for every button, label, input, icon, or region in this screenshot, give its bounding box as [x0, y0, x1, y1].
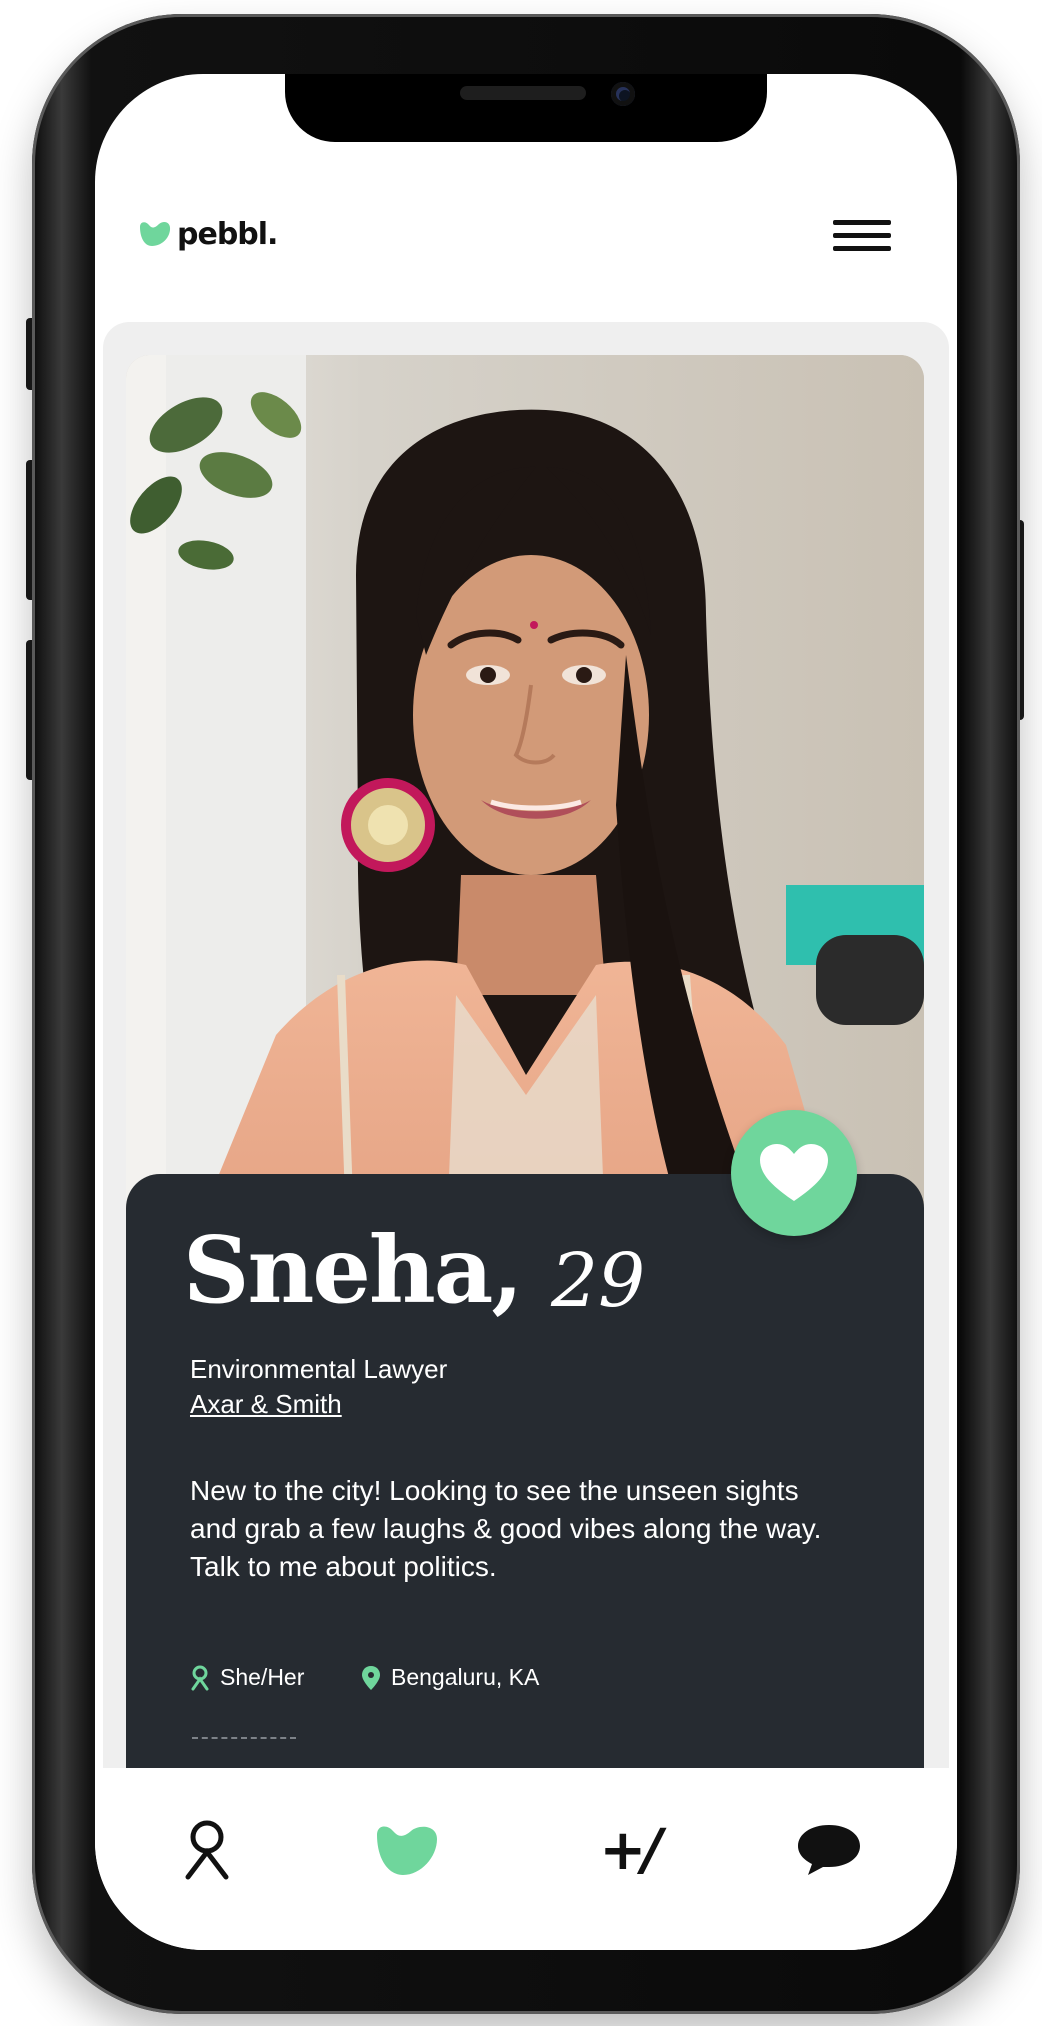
location-row: Bengaluru, KA: [361, 1664, 539, 1691]
divider-dashed: [192, 1737, 296, 1739]
location-pin-icon: [362, 1665, 380, 1690]
hamburger-menu-button[interactable]: [833, 214, 891, 254]
nav-matches-button[interactable]: [367, 1810, 447, 1890]
nav-chat-button[interactable]: [789, 1810, 869, 1890]
like-button[interactable]: [731, 1110, 857, 1236]
nav-profile-button[interactable]: [167, 1810, 247, 1890]
company-link[interactable]: Axar & Smith: [190, 1389, 342, 1420]
pronouns-text: She/Her: [220, 1664, 305, 1690]
pronouns-row: She/Her: [190, 1664, 304, 1691]
app-logo: pebbl.: [137, 214, 278, 254]
nav-plus-one-button[interactable]: +/: [579, 1810, 679, 1890]
job-title: Environmental Lawyer: [190, 1354, 448, 1384]
heart-pebble-icon: [377, 1826, 437, 1875]
front-camera: [611, 82, 635, 106]
profile-bio: New to the city! Looking to see the unse…: [190, 1475, 822, 1582]
pebble-logo-icon: [137, 219, 173, 249]
profile-age: 29: [551, 1238, 646, 1324]
location-text: Bengaluru, KA: [391, 1664, 540, 1690]
heart-icon: [760, 1144, 828, 1201]
brand-name: pebbl.: [177, 216, 278, 252]
profile-name: Sneha,: [183, 1216, 523, 1324]
chat-icon: [798, 1825, 860, 1875]
person-icon: [191, 1665, 209, 1690]
speaker-grille: [460, 86, 586, 100]
notch: [285, 74, 767, 142]
profile-icon: [185, 1820, 229, 1880]
bottom-nav: +/: [95, 1768, 957, 1950]
plus-one-icon: +/: [599, 1817, 662, 1883]
phone-screen: pebbl. Sneha, 29 Environmental Lawyer Ax…: [95, 74, 957, 1950]
